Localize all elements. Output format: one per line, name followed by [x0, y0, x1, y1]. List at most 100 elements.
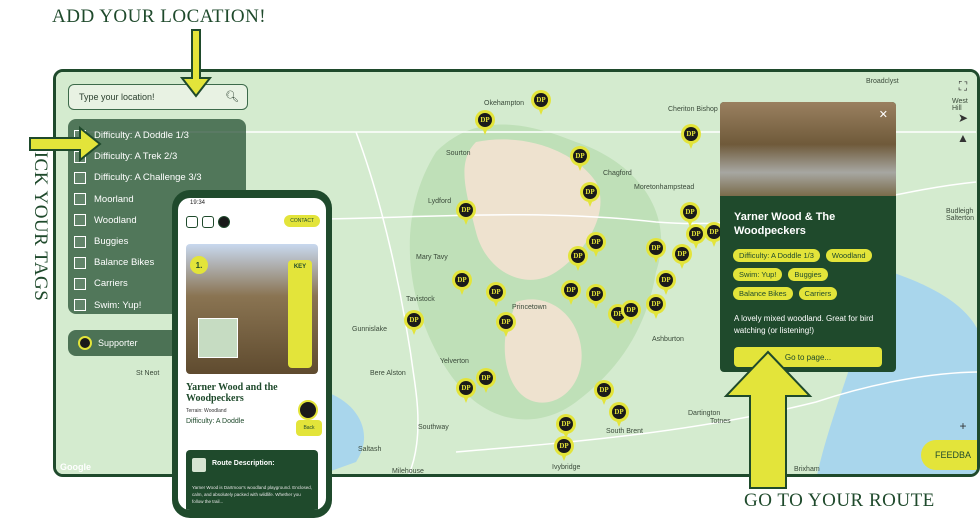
menu-icon[interactable]	[186, 216, 198, 228]
town-label: Brixham	[794, 466, 820, 473]
town-label: Lydford	[428, 198, 452, 205]
town-label: Bere Alston	[370, 370, 406, 377]
town-label: Okehampton	[484, 100, 525, 107]
route-pin[interactable]: DP	[672, 244, 692, 270]
route-pin[interactable]: DP	[475, 110, 495, 136]
contact-button[interactable]: CONTACT	[284, 215, 320, 227]
route-pin[interactable]: DP	[496, 312, 516, 338]
route-description-panel: Route Description: Yarner Wood is Dartmo…	[186, 450, 318, 510]
route-pin[interactable]: DP	[646, 294, 666, 320]
terrain-label: Terrain: Woodland	[186, 408, 227, 414]
route-popup: ✕ Yarner Wood & The Woodpeckers Difficul…	[720, 102, 896, 372]
route-minimap[interactable]	[198, 318, 238, 358]
town-label: Tavistock	[406, 296, 435, 303]
route-pin[interactable]: DP	[609, 402, 629, 428]
route-photo	[720, 102, 896, 196]
tag-label: Difficulty: A Trek 2/3	[94, 151, 178, 163]
town-label: Moretonhampstead	[634, 184, 695, 191]
town-label: Milehouse	[392, 468, 424, 475]
feedback-button[interactable]: FEEDBA	[921, 440, 977, 470]
route-pin[interactable]: DP	[570, 146, 590, 172]
route-pin[interactable]: DP	[486, 282, 506, 308]
route-title: Yarner Wood & The Woodpeckers	[734, 211, 836, 237]
route-tag: Carriers	[797, 286, 839, 301]
locate-icon[interactable]: ➤	[955, 110, 971, 126]
tag-option[interactable]: Difficulty: A Doddle 1/3	[74, 125, 240, 146]
route-description: A lovely mixed woodland. Great for bird …	[734, 314, 874, 335]
route-pin[interactable]: DP	[568, 246, 588, 272]
checkbox[interactable]	[74, 129, 86, 142]
dp-logo	[298, 400, 318, 420]
checkbox[interactable]	[74, 277, 86, 290]
route-pin[interactable]: DP	[452, 270, 472, 296]
town-label: Gunnislake	[352, 326, 388, 333]
checkbox[interactable]	[74, 299, 86, 312]
route-pin[interactable]: DP	[531, 90, 551, 116]
route-pin[interactable]: DP	[586, 284, 606, 310]
town-label: Yelverton	[440, 358, 469, 365]
route-number: 1.	[190, 256, 208, 274]
checkbox[interactable]	[74, 235, 86, 248]
tag-label: Difficulty: A Challenge 3/3	[94, 172, 202, 184]
fullscreen-icon[interactable]: ⛶	[955, 78, 971, 94]
town-label: Saltash	[358, 446, 382, 453]
route-description-title: Route Description:	[212, 460, 275, 467]
checkbox[interactable]	[74, 150, 86, 163]
route-pin[interactable]: DP	[456, 200, 476, 226]
route-pin[interactable]: DP	[621, 300, 641, 326]
tag-label: Swim: Yup!	[94, 299, 142, 311]
route-tag: Buggies	[787, 267, 829, 282]
supporter-label: Supporter	[98, 338, 138, 348]
back-button[interactable]: Back	[296, 420, 322, 436]
route-pin[interactable]: DP	[586, 232, 606, 258]
zoom-in-icon[interactable]: +	[955, 418, 971, 434]
route-tag: Woodland	[824, 248, 873, 263]
route-tag: Difficulty: A Doddle 1/3	[732, 248, 821, 263]
town-label: Totnes	[710, 418, 731, 425]
compass-icon[interactable]: ▲	[955, 130, 971, 146]
town-label: Mary Tavy	[416, 254, 448, 261]
search-input[interactable]: Type your location! 🔍︎	[68, 84, 248, 110]
phone-screen: 19:34 CONTACT 1. KEY Yarner Wood and the…	[178, 198, 326, 510]
tag-option[interactable]: Difficulty: A Trek 2/3	[74, 146, 240, 167]
town-label: Ivybridge	[552, 464, 581, 471]
tag-option[interactable]: Difficulty: A Challenge 3/3	[74, 167, 240, 188]
instagram-icon[interactable]	[202, 216, 214, 228]
route-pin[interactable]: DP	[456, 378, 476, 404]
route-pin[interactable]: DP	[646, 238, 666, 264]
route-pin[interactable]: DP	[404, 310, 424, 336]
difficulty-label: Difficulty: A Doddle	[186, 418, 245, 425]
checkbox[interactable]	[74, 214, 86, 227]
checkbox[interactable]	[74, 171, 86, 184]
route-tag: Swim: Yup!	[732, 267, 784, 282]
checkbox[interactable]	[74, 193, 86, 206]
annotation-pick-tags: PICK YOUR TAGS	[30, 140, 51, 302]
route-pin[interactable]: DP	[681, 124, 701, 150]
town-label: Budleigh Salterton	[946, 208, 975, 222]
search-icon[interactable]: 🔍︎	[225, 90, 239, 103]
town-label: Chagford	[603, 170, 632, 177]
town-label: St Neot	[136, 370, 160, 377]
search-placeholder: Type your location!	[79, 92, 155, 102]
tag-label: Carriers	[94, 278, 128, 290]
tag-label: Woodland	[94, 214, 137, 226]
supporter-icon	[78, 336, 92, 350]
route-tag: Balance Bikes	[732, 286, 794, 301]
phone-time: 19:34	[190, 200, 206, 206]
close-icon[interactable]: ✕	[879, 108, 888, 121]
go-to-page-button[interactable]: Go to page...	[734, 347, 882, 367]
route-pin[interactable]: DP	[561, 280, 581, 306]
logo-icon[interactable]	[218, 216, 230, 228]
route-pin[interactable]: DP	[476, 368, 496, 394]
town-label: Southway	[418, 424, 449, 431]
route-description-text: Yarner Wood is Dartmoor's woodland playg…	[192, 485, 313, 504]
route-pin[interactable]: DP	[656, 270, 676, 296]
town-label: Sourton	[446, 150, 471, 157]
route-pin[interactable]: DP	[580, 182, 600, 208]
phone-route-title: Yarner Wood and the Woodpeckers	[186, 382, 278, 404]
town-label: South Brent	[606, 428, 643, 435]
route-pin[interactable]: DP	[554, 436, 574, 462]
annotation-add-location: ADD YOUR LOCATION!	[52, 6, 267, 27]
checkbox[interactable]	[74, 256, 86, 269]
tag-label: Balance Bikes	[94, 257, 155, 269]
